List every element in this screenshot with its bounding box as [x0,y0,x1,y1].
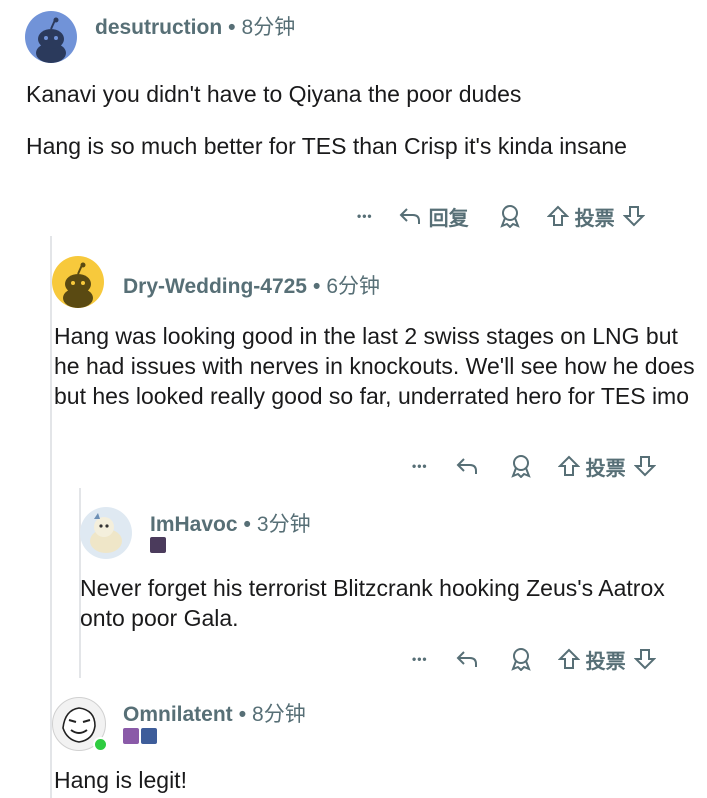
timestamp: 8分钟 [252,703,306,726]
username[interactable]: Omnilatent [123,703,233,726]
separator: • [238,703,247,726]
reply-button[interactable]: 回复 [399,202,469,231]
username[interactable]: desutruction [95,16,222,39]
reply-arrow-icon [456,651,477,667]
reply-label: 回复 [428,207,469,230]
user-flair-icon [141,728,157,744]
downvote-button[interactable] [633,648,656,670]
user-flair-icon [123,728,139,744]
avatar[interactable] [52,256,104,308]
snoo-avatar-icon [36,17,66,63]
vote-label: 投票 [574,207,615,230]
vote-label: 投票 [585,457,626,480]
upvote-arrow-icon [546,205,569,226]
comment-paragraph: Hang is legit! [54,767,187,793]
comment-paragraph: Never forget his terrorist Blitzcrank ho… [80,575,665,631]
reply-arrow-icon [399,208,420,224]
award-button[interactable] [510,454,532,478]
reply-button[interactable] [456,457,478,475]
timestamp: 8分钟 [241,16,296,39]
award-icon [499,205,520,228]
more-options-button[interactable]: ••• [412,652,428,666]
avatar[interactable] [25,11,77,63]
comment-actions: ••• 投票 [412,450,656,482]
more-options-button[interactable]: ••• [412,459,428,473]
comment-author[interactable]: Dry-Wedding-4725 • 6分钟 [123,270,380,300]
online-status-indicator [93,737,108,752]
upvote-button[interactable] [546,205,569,227]
user-flair-icon [150,537,166,553]
timestamp: 6分钟 [326,275,381,298]
more-options-button[interactable]: ••• [357,209,373,223]
vote-label: 投票 [585,650,626,673]
downvote-arrow-icon [622,206,645,227]
reply-button[interactable] [456,650,478,668]
thread-line [50,236,52,798]
comment-actions: ••• 投票 [412,643,656,675]
comment-paragraph: Hang was looking good in the last 2 swis… [54,323,695,409]
reply-arrow-icon [456,458,477,474]
separator: • [243,513,251,536]
username[interactable]: Dry-Wedding-4725 [123,275,307,298]
comment-paragraph: Hang is so much better for TES than Cris… [26,133,627,159]
upvote-arrow-icon [557,455,580,476]
timestamp: 3分钟 [256,513,311,536]
snoo-avatar-icon [63,262,93,308]
comment-author[interactable]: desutruction • 8分钟 [95,11,295,41]
downvote-arrow-icon [633,456,656,477]
comment-author[interactable]: ImHavoc • 3分钟 [150,508,311,538]
award-button[interactable] [499,204,521,228]
comment-actions: ••• 回复 投票 [357,200,645,232]
upvote-button[interactable] [557,455,580,477]
award-button[interactable] [510,647,532,671]
comment-author[interactable]: Omnilatent • 8分钟 [123,698,306,728]
downvote-button[interactable] [622,205,645,227]
cartoon-avatar-icon [90,513,122,553]
upvote-button[interactable] [557,648,580,670]
comment-paragraph: Kanavi you didn't have to Qiyana the poo… [26,81,522,107]
avatar[interactable] [80,507,132,559]
separator: • [228,16,236,39]
downvote-button[interactable] [633,455,656,477]
award-icon [510,648,531,671]
downvote-arrow-icon [633,649,656,670]
separator: • [313,275,321,298]
award-icon [510,455,531,478]
upvote-arrow-icon [557,648,580,669]
username[interactable]: ImHavoc [150,513,238,536]
